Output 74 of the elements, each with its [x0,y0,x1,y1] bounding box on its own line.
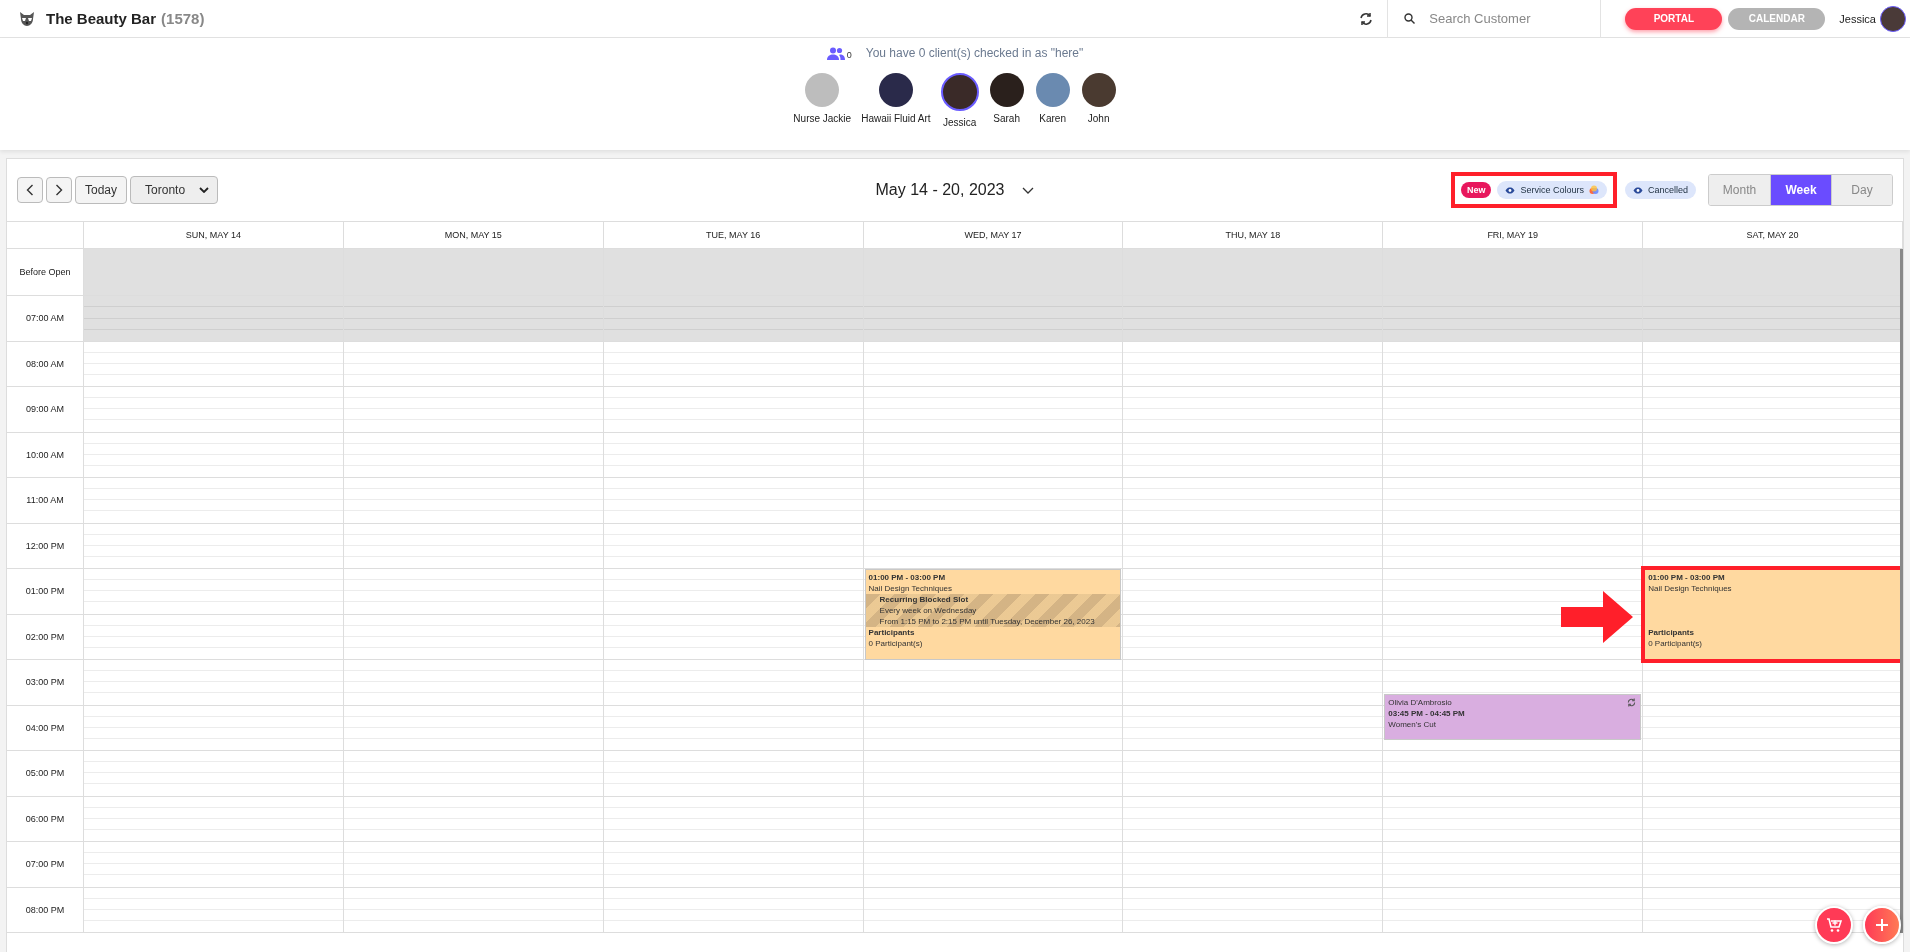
day-header: THU, MAY 18 [1123,222,1384,248]
staff-member[interactable]: Hawaii Fluid Art [861,73,931,128]
time-label: 04:00 PM [7,705,83,751]
time-label: 02:00 PM [7,614,83,660]
blocked-slot[interactable]: Recurring Blocked Slot Every week on Wednesday From 1:15 PM to 2:15 PM until Tuesday, December 26, 2023 [865,594,1121,627]
blocked-slot-range: From 1:15 PM to 2:15 PM until Tuesday, December 26, 2023 [879,616,1096,627]
staff-member[interactable]: Sarah [988,73,1025,128]
time-label: 01:00 PM [7,569,83,615]
scrollbar[interactable] [1900,249,1903,933]
search-icon [1404,13,1416,24]
eye-icon [1632,186,1643,194]
class-event[interactable]: 01:00 PM - 03:00 PM Nail Design Techniques Participants 0 Participant(s) [1644,569,1901,660]
time-label: 06:00 PM [7,796,83,842]
today-button[interactable]: Today [75,176,128,204]
plus-icon [1876,919,1888,931]
user-name: Jessica [1839,12,1876,25]
class-event[interactable]: 01:00 PM - 03:00 PM Nail Design Techniques Recurring Blocked Slot Every week on Wednesday From 1:15 PM to 2:15 PM until Tuesday, December 26, 2023 Participants 0 Participant(s) [864,569,1122,660]
user-avatar[interactable] [1880,5,1906,32]
previous-button[interactable] [17,177,43,203]
staff-member[interactable]: Karen [1034,73,1071,128]
filter-toggle[interactable]: Cancelled [1624,181,1696,199]
staff-member[interactable]: John [1080,73,1117,128]
staff-member[interactable]: Nurse Jackie [793,73,852,128]
staff-member[interactable]: Jessica [940,73,979,128]
event-title: Nail Design Techniques [868,583,954,594]
day-header: SAT, MAY 20 [1643,222,1903,248]
event-time: 03:45 PM - 04:45 PM [1388,708,1466,720]
time-label: 05:00 PM [7,751,83,797]
event-time: 01:00 PM - 03:00 PM [868,572,947,583]
participants-label: Participants [1648,627,1695,638]
day-header: SUN, MAY 14 [84,222,344,248]
location-select[interactable]: Toronto [130,176,219,204]
time-label: 11:00 AM [7,478,83,524]
checked-in-message: You have 0 client(s) checked in as "here" [865,46,1084,60]
time-label: 09:00 AM [7,387,83,433]
service-name: Women's Cut [1388,719,1437,731]
filter-toggle[interactable]: Service Colours [1497,181,1607,199]
chevron-right-icon [55,184,63,196]
time-label: 03:00 PM [7,660,83,706]
chevron-left-icon [26,184,34,196]
blocked-slot-recurrence: Every week on Wednesday [879,605,978,616]
day-header: TUE, MAY 16 [603,222,864,248]
participants-count: 0 Participant(s) [1648,638,1703,649]
view-tab[interactable]: Week [1770,175,1831,205]
time-label: 08:00 PM [7,887,83,933]
chevron-down-icon[interactable] [1022,186,1035,194]
time-label: 08:00 AM [7,341,83,387]
client-name: Olivia D'Ambrosio [1388,697,1453,709]
date-range: May 14 - 20, 2023 [875,181,1005,199]
participants-label: Participants [868,627,916,638]
time-label: Before Open [7,249,83,296]
time-label: 07:00 AM [7,296,83,342]
event-time: 01:00 PM - 03:00 PM [1648,572,1726,583]
people-icon [826,46,845,60]
animal-face-icon [18,10,36,27]
participants-count: 0 Participant(s) [868,638,924,649]
time-label: 07:00 PM [7,842,83,888]
caret-icon [199,187,210,193]
time-label: 12:00 PM [7,523,83,569]
time-label: 10:00 AM [7,432,83,478]
event-title: Nail Design Techniques [1648,583,1733,594]
refresh-icon[interactable] [1359,11,1374,26]
new-badge: New [1460,182,1492,198]
blocked-slot-title: Recurring Blocked Slot [879,594,970,605]
next-button[interactable] [46,177,72,203]
day-header: MON, MAY 15 [343,222,604,248]
checked-in-count: 0 [846,50,852,60]
eye-icon [1505,186,1516,194]
day-header: FRI, MAY 19 [1383,222,1644,248]
business-name: The Beauty Bar [46,10,157,27]
cart-plus-icon [1826,917,1842,933]
day-header: WED, MAY 17 [863,222,1124,248]
client-count: (1578) [161,10,205,27]
appointment-event[interactable]: Olivia D'Ambrosio 03:45 PM - 04:45 PM Women's Cut [1384,694,1642,740]
